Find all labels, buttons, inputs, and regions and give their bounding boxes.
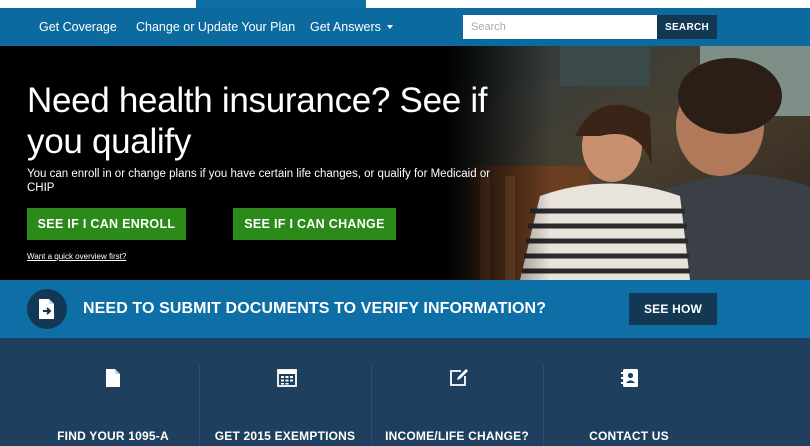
hero-section: Need health insurance? See if you qualif… (0, 46, 810, 280)
quick-links: FIND YOUR 1095-A GET 2015 EXEMPTIONS INC… (0, 338, 810, 446)
documents-banner: NEED TO SUBMIT DOCUMENTS TO VERIFY INFOR… (0, 280, 810, 338)
document-upload-icon (27, 289, 67, 329)
tile-label: GET 2015 EXEMPTIONS (214, 429, 356, 443)
tile-label: CONTACT US (589, 429, 669, 443)
chevron-down-icon (386, 24, 393, 29)
see-how-button[interactable]: SEE HOW (629, 293, 717, 325)
see-if-can-change-button[interactable]: SEE IF I CAN CHANGE (233, 208, 396, 240)
see-if-can-enroll-button[interactable]: SEE IF I CAN ENROLL (27, 208, 186, 240)
hero-title: Need health insurance? See if you qualif… (27, 81, 488, 161)
quick-overview-link[interactable]: Want a quick overview first? (27, 252, 126, 261)
nav-change-update-plan[interactable]: Change or Update Your Plan (136, 8, 295, 46)
top-strip-right (366, 0, 810, 8)
main-nav: Get Coverage Change or Update Your Plan … (0, 8, 810, 46)
documents-banner-text: NEED TO SUBMIT DOCUMENTS TO VERIFY INFOR… (83, 300, 547, 317)
nav-get-answers-label: Get Answers (310, 20, 381, 34)
hero-subtitle: You can enroll in or change plans if you… (27, 168, 491, 194)
tile-contact-us[interactable]: CONTACT US (544, 363, 714, 446)
search-button[interactable]: SEARCH (657, 15, 717, 39)
tile-get-exemptions[interactable]: GET 2015 EXEMPTIONS (200, 363, 370, 446)
document-icon (106, 369, 120, 387)
calendar-icon (277, 369, 297, 387)
nav-get-answers[interactable]: Get Answers (310, 8, 393, 46)
top-strip-left (0, 0, 196, 8)
tile-income-life-change[interactable]: INCOME/LIFE CHANGE? (372, 363, 542, 446)
tile-label: INCOME/LIFE CHANGE? (385, 429, 529, 443)
tile-find-1095a[interactable]: FIND YOUR 1095-A (28, 363, 198, 446)
top-strip (0, 0, 810, 8)
edit-icon (450, 369, 468, 386)
contact-book-icon (621, 369, 638, 387)
search-input[interactable] (463, 15, 657, 39)
tile-label: FIND YOUR 1095-A (57, 429, 169, 443)
nav-get-coverage[interactable]: Get Coverage (39, 8, 117, 46)
